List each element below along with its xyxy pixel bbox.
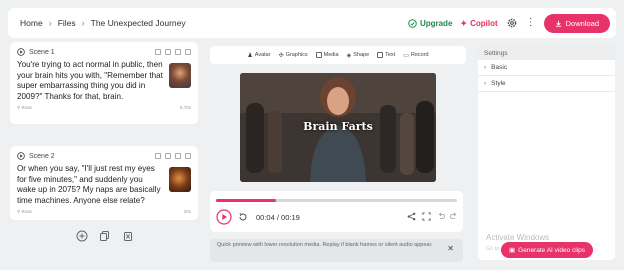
fullscreen-icon[interactable] (422, 212, 431, 221)
video-clip-icon: ▣ (509, 247, 516, 254)
record-icon: ▭ (403, 52, 409, 59)
progress-track[interactable] (216, 199, 457, 202)
text-tool[interactable]: Text (377, 52, 395, 58)
settings-panel: Settings › Basic › Style (478, 46, 615, 260)
more-options-icon[interactable]: ⋮ (526, 18, 536, 28)
breadcrumb-files[interactable]: Files (58, 18, 76, 28)
add-scene-icon[interactable] (76, 230, 88, 242)
shape-tool[interactable]: ◈ Shape (347, 52, 370, 59)
chevron-right-icon: › (484, 80, 487, 87)
scene-thumbnail[interactable] (169, 167, 191, 192)
scene-card[interactable]: Scene 2 Or when you say, "I'll just rest… (10, 146, 198, 220)
video-overlay-title: Brain Farts (303, 120, 373, 133)
sparkle-icon: ✦ (460, 18, 468, 28)
chevron-right-icon: › (484, 64, 487, 71)
graphics-icon: ✣ (278, 52, 284, 59)
gear-icon[interactable] (506, 17, 518, 29)
text-icon (377, 52, 384, 58)
insert-toolbar: ♟ Avatar ✣ Graphics Media ◈ Shape Text ▭ Rec… (210, 46, 466, 64)
text-tool-label: Text (385, 52, 396, 58)
video-preview[interactable]: Brain Farts (240, 73, 436, 182)
play-circle-icon[interactable] (17, 48, 25, 56)
voice-name: Rose (21, 105, 33, 111)
download-icon (555, 20, 561, 27)
progress-fill (216, 199, 277, 202)
more-icon[interactable] (185, 49, 191, 55)
scene-card[interactable]: Scene 1 You're trying to act normal in p… (10, 42, 198, 124)
breadcrumb-home[interactable]: Home (20, 18, 43, 28)
play-circle-icon[interactable] (17, 152, 25, 160)
more-icon[interactable] (185, 153, 191, 159)
download-button[interactable]: Download (543, 13, 610, 33)
duplicate-icon[interactable] (175, 49, 181, 55)
preview-notice-text: Quick preview with lower resolution medi… (217, 242, 433, 248)
settings-icon[interactable] (165, 153, 171, 159)
avatar-icon: ♟ (247, 52, 253, 59)
download-label: Download (565, 18, 599, 28)
top-bar: Home › Files › The Unexpected Journey Up… (8, 8, 616, 38)
breadcrumb-project: The Unexpected Journey (90, 18, 186, 28)
scene-tools (76, 230, 134, 242)
settings-section-style[interactable]: › Style (478, 76, 615, 92)
scene-script-text[interactable]: You're trying to act normal in public, t… (17, 60, 163, 102)
record-tool-label: Record (410, 52, 429, 58)
media-tool-label: Media (323, 52, 339, 58)
scene-title: Scene 2 (29, 152, 55, 160)
scene-script-text[interactable]: Or when you say, "I'll just rest my eyes… (17, 164, 163, 206)
shape-icon: ◈ (346, 52, 352, 59)
settings-title: Settings (478, 46, 615, 60)
replay-icon[interactable] (238, 212, 248, 222)
chevron-right-icon: › (81, 18, 85, 28)
scene-duration: 6.70s (179, 105, 191, 111)
section-label: Style (491, 80, 506, 87)
redo-icon[interactable] (450, 212, 458, 220)
upgrade-button[interactable]: Upgrade (408, 19, 452, 28)
voice-name: Rose (21, 209, 33, 215)
scene-duration: 20s (183, 209, 191, 215)
check-circle-icon (408, 18, 417, 28)
avatar-tool[interactable]: ♟ Avatar (247, 52, 270, 59)
voice-label: ⚲ Rose (17, 209, 33, 215)
graphics-tool-label: Graphics (285, 52, 308, 58)
copilot-button[interactable]: ✦ Copilot (460, 19, 497, 28)
graphics-tool[interactable]: ✣ Graphics (279, 52, 308, 59)
copilot-label: Copilot (470, 18, 498, 28)
copy-icon[interactable] (155, 49, 161, 55)
record-tool[interactable]: ▭ Record (403, 52, 428, 59)
playback-time: 00:04 / 00:19 (256, 213, 300, 222)
undo-icon[interactable] (437, 212, 445, 220)
share-icon[interactable] (407, 212, 416, 221)
windows-activation-watermark: Activate Windows (486, 233, 550, 242)
chevron-right-icon: › (48, 18, 52, 28)
settings-section-basic[interactable]: › Basic (478, 60, 615, 76)
scene-thumbnail[interactable] (169, 63, 191, 88)
shape-tool-label: Shape (353, 52, 370, 58)
section-label: Basic (491, 64, 508, 71)
avatar-tool-label: Avatar (254, 52, 271, 58)
play-button-icon[interactable] (216, 209, 232, 225)
media-icon (315, 52, 322, 58)
generate-ai-clips-button[interactable]: ▣ Generate AI video clips (501, 242, 594, 258)
duplicate-scene-icon[interactable] (99, 230, 111, 242)
upgrade-label: Upgrade (419, 18, 453, 28)
close-icon[interactable]: ✕ (447, 245, 454, 253)
preview-notice: Quick preview with lower resolution medi… (210, 239, 463, 262)
generate-ai-clips-label: Generate AI video clips (518, 246, 586, 254)
settings-icon[interactable] (165, 49, 171, 55)
copy-icon[interactable] (155, 153, 161, 159)
breadcrumb: Home › Files › The Unexpected Journey (20, 18, 408, 28)
player-controls: 00:04 / 00:19 (210, 191, 463, 232)
delete-scene-icon[interactable] (122, 230, 134, 242)
media-tool[interactable]: Media (315, 52, 339, 58)
scene-title: Scene 1 (29, 48, 55, 56)
voice-label: ⚲ Rose (17, 105, 33, 111)
duplicate-icon[interactable] (175, 153, 181, 159)
